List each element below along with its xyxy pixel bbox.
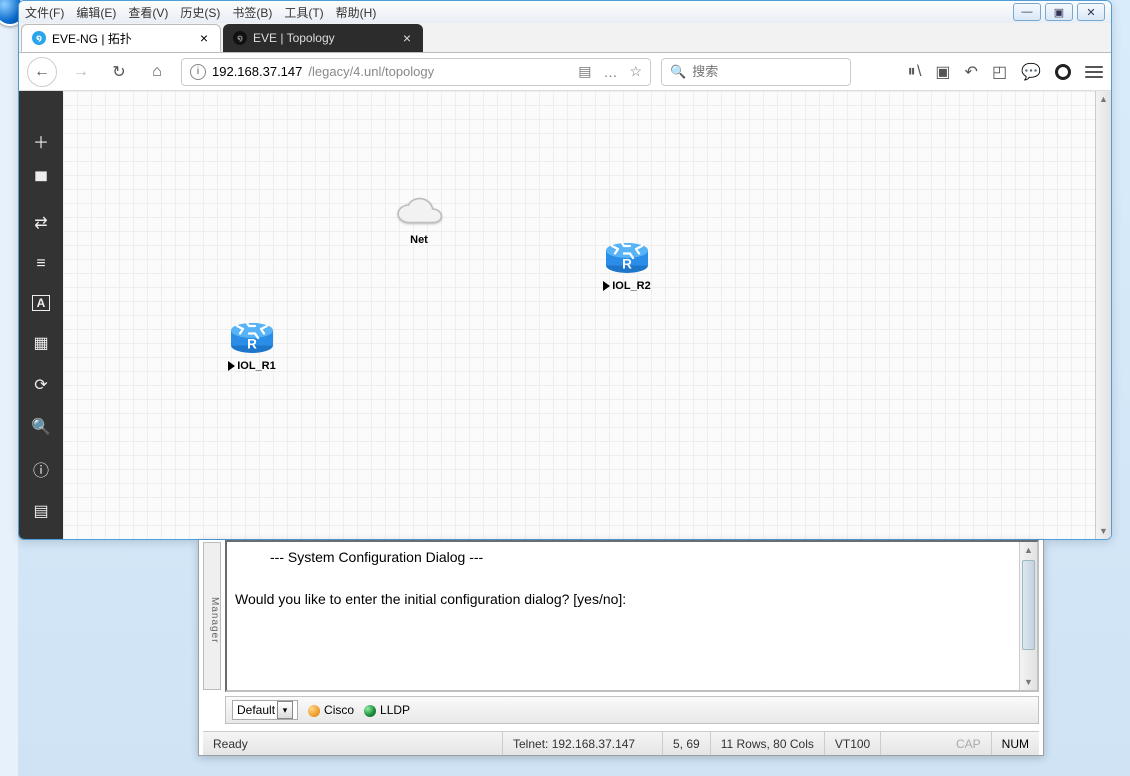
list-icon[interactable]: ▤ [31, 501, 51, 521]
url-path: /legacy/4.unl/topology [308, 64, 434, 79]
refresh-icon[interactable]: ⟳ [31, 375, 51, 395]
record-icon[interactable] [1055, 64, 1071, 80]
tab-close-icon[interactable]: × [401, 30, 413, 46]
undo-icon[interactable]: ↶ [965, 62, 978, 82]
node-label: IOL_R1 [228, 360, 276, 372]
lines-icon[interactable]: ≡ [31, 255, 51, 273]
reload-button[interactable]: ↻ [105, 58, 133, 86]
search-icon: 🔍 [670, 64, 686, 80]
sidebar-icon[interactable]: ▣ [935, 62, 950, 82]
menu-history[interactable]: 历史(S) [180, 4, 220, 21]
status-terminal-type: VT100 [825, 732, 881, 755]
back-button[interactable]: ← [27, 57, 57, 87]
menu-bookmarks[interactable]: 书签(B) [232, 4, 272, 21]
node-net[interactable]: Net [393, 197, 445, 246]
eve-sidebar: ＋ ▀ ⇄ ≡ A ▦ ⟳ 🔍 ⓘ ▤ 🌐 💼 [19, 91, 63, 539]
tab-eve-topology[interactable]: ໑ EVE | Topology × [223, 24, 423, 52]
terminal-status-bar: Ready Telnet: 192.168.37.147 5, 69 11 Ro… [203, 731, 1039, 755]
menu-file[interactable]: 文件(F) [25, 4, 64, 21]
chevron-down-icon[interactable]: ▾ [277, 701, 293, 719]
reader-icon[interactable]: ▤ [578, 63, 591, 80]
maximize-button[interactable]: ▣ [1045, 3, 1073, 21]
scroll-up-icon[interactable]: ▲ [1020, 542, 1037, 558]
status-numlock: NUM [992, 732, 1039, 755]
session-select-label: Default [237, 703, 275, 717]
led-green-icon [364, 705, 376, 717]
page-actions-icon[interactable]: … [603, 64, 617, 80]
chat-icon[interactable]: 💬 [1021, 62, 1041, 82]
terminal-scrollbar[interactable]: ▲ ▼ [1019, 542, 1037, 690]
close-button[interactable]: ✕ [1077, 3, 1105, 21]
status-cursor-pos: 5, 69 [663, 732, 711, 755]
protocol-cisco[interactable]: Cisco [308, 703, 354, 717]
url-host: 192.168.37.147 [212, 64, 302, 79]
node-label: IOL_R2 [603, 280, 651, 292]
play-icon [228, 361, 235, 371]
vertical-scrollbar[interactable]: ▲ ▼ [1095, 91, 1111, 539]
search-box[interactable]: 🔍 [661, 58, 851, 86]
terminal-window: Manager --- System Configuration Dialog … [198, 540, 1044, 756]
home-button[interactable]: ⌂ [143, 58, 171, 86]
text-icon[interactable]: A [32, 295, 50, 311]
eve-favicon-icon: ໑ [32, 31, 46, 45]
status-ready: Ready [203, 732, 503, 755]
tab-strip: ໑ EVE-NG | 拓扑 × ໑ EVE | Topology × [19, 23, 1111, 53]
search-input[interactable] [692, 64, 842, 79]
menu-icon[interactable] [1085, 66, 1103, 78]
led-orange-icon [308, 705, 320, 717]
menu-tools[interactable]: 工具(T) [284, 4, 323, 21]
nav-toolbar: ← → ↻ ⌂ i 192.168.37.147/legacy/4.unl/to… [19, 53, 1111, 91]
terminal-session-bar: Default ▾ Cisco LLDP [225, 696, 1039, 724]
menubar: 文件(F) 编辑(E) 查看(V) 历史(S) 书签(B) 工具(T) 帮助(H… [19, 1, 1111, 23]
router-icon: R [603, 235, 651, 275]
node-iol-r1[interactable]: R IOL_R1 [228, 315, 276, 372]
grid-icon[interactable]: ▦ [31, 333, 51, 353]
forward-button[interactable]: → [67, 58, 95, 86]
terminal-body[interactable]: --- System Configuration Dialog --- Woul… [225, 540, 1039, 692]
scroll-down-icon[interactable]: ▼ [1020, 674, 1037, 690]
crop-icon[interactable]: ◰ [992, 62, 1007, 82]
menu-view[interactable]: 查看(V) [128, 4, 168, 21]
site-info-icon[interactable]: i [190, 64, 206, 80]
menu-help[interactable]: 帮助(H) [336, 4, 377, 21]
library-icon[interactable]: ⏸ \ [908, 63, 922, 81]
protocol-lldp[interactable]: LLDP [364, 703, 410, 717]
zoom-icon[interactable]: 🔍 [31, 417, 51, 437]
tab-close-icon[interactable]: × [198, 30, 210, 46]
session-manager-tab[interactable]: Manager [203, 542, 221, 690]
tab-label: EVE-NG | 拓扑 [52, 30, 192, 47]
page-content: ＋ ▀ ⇄ ≡ A ▦ ⟳ 🔍 ⓘ ▤ 🌐 💼 Net [19, 91, 1111, 539]
swap-icon[interactable]: ⇄ [31, 213, 51, 233]
tab-label: EVE | Topology [253, 31, 395, 45]
session-select[interactable]: Default ▾ [232, 700, 298, 720]
eve-favicon-icon: ໑ [233, 31, 247, 45]
scroll-down-icon[interactable]: ▼ [1096, 523, 1111, 539]
add-icon[interactable]: ＋ [31, 131, 51, 151]
topology-canvas[interactable]: Net R IOL_R2 [63, 91, 1111, 539]
status-capslock: CAP [946, 732, 992, 755]
node-iol-r2[interactable]: R IOL_R2 [603, 235, 651, 292]
menu-edit[interactable]: 编辑(E) [76, 4, 116, 21]
router-icon: R [228, 315, 276, 355]
disk-icon[interactable]: ▀ [31, 173, 51, 191]
address-bar[interactable]: i 192.168.37.147/legacy/4.unl/topology ▤… [181, 58, 651, 86]
tab-eve-ng[interactable]: ໑ EVE-NG | 拓扑 × [21, 24, 221, 52]
bookmark-star-icon[interactable]: ☆ [629, 63, 642, 80]
node-label: Net [393, 234, 445, 246]
window-controls: — ▣ ✕ [1013, 3, 1105, 21]
info-icon[interactable]: ⓘ [31, 459, 51, 479]
browser-window: 文件(F) 编辑(E) 查看(V) 历史(S) 书签(B) 工具(T) 帮助(H… [18, 0, 1112, 540]
play-icon [603, 281, 610, 291]
scroll-thumb[interactable] [1022, 560, 1035, 650]
cloud-icon [393, 197, 445, 229]
status-connection: Telnet: 192.168.37.147 [503, 732, 663, 755]
svg-text:R: R [622, 257, 632, 272]
status-dimensions: 11 Rows, 80 Cols [711, 732, 825, 755]
toolbar-right: ⏸ \ ▣ ↶ ◰ 💬 [908, 62, 1103, 82]
svg-text:R: R [247, 337, 257, 352]
desktop-left-strip [0, 0, 18, 776]
terminal-text: --- System Configuration Dialog --- Woul… [227, 542, 1037, 617]
minimize-button[interactable]: — [1013, 3, 1041, 21]
scroll-up-icon[interactable]: ▲ [1096, 91, 1111, 107]
